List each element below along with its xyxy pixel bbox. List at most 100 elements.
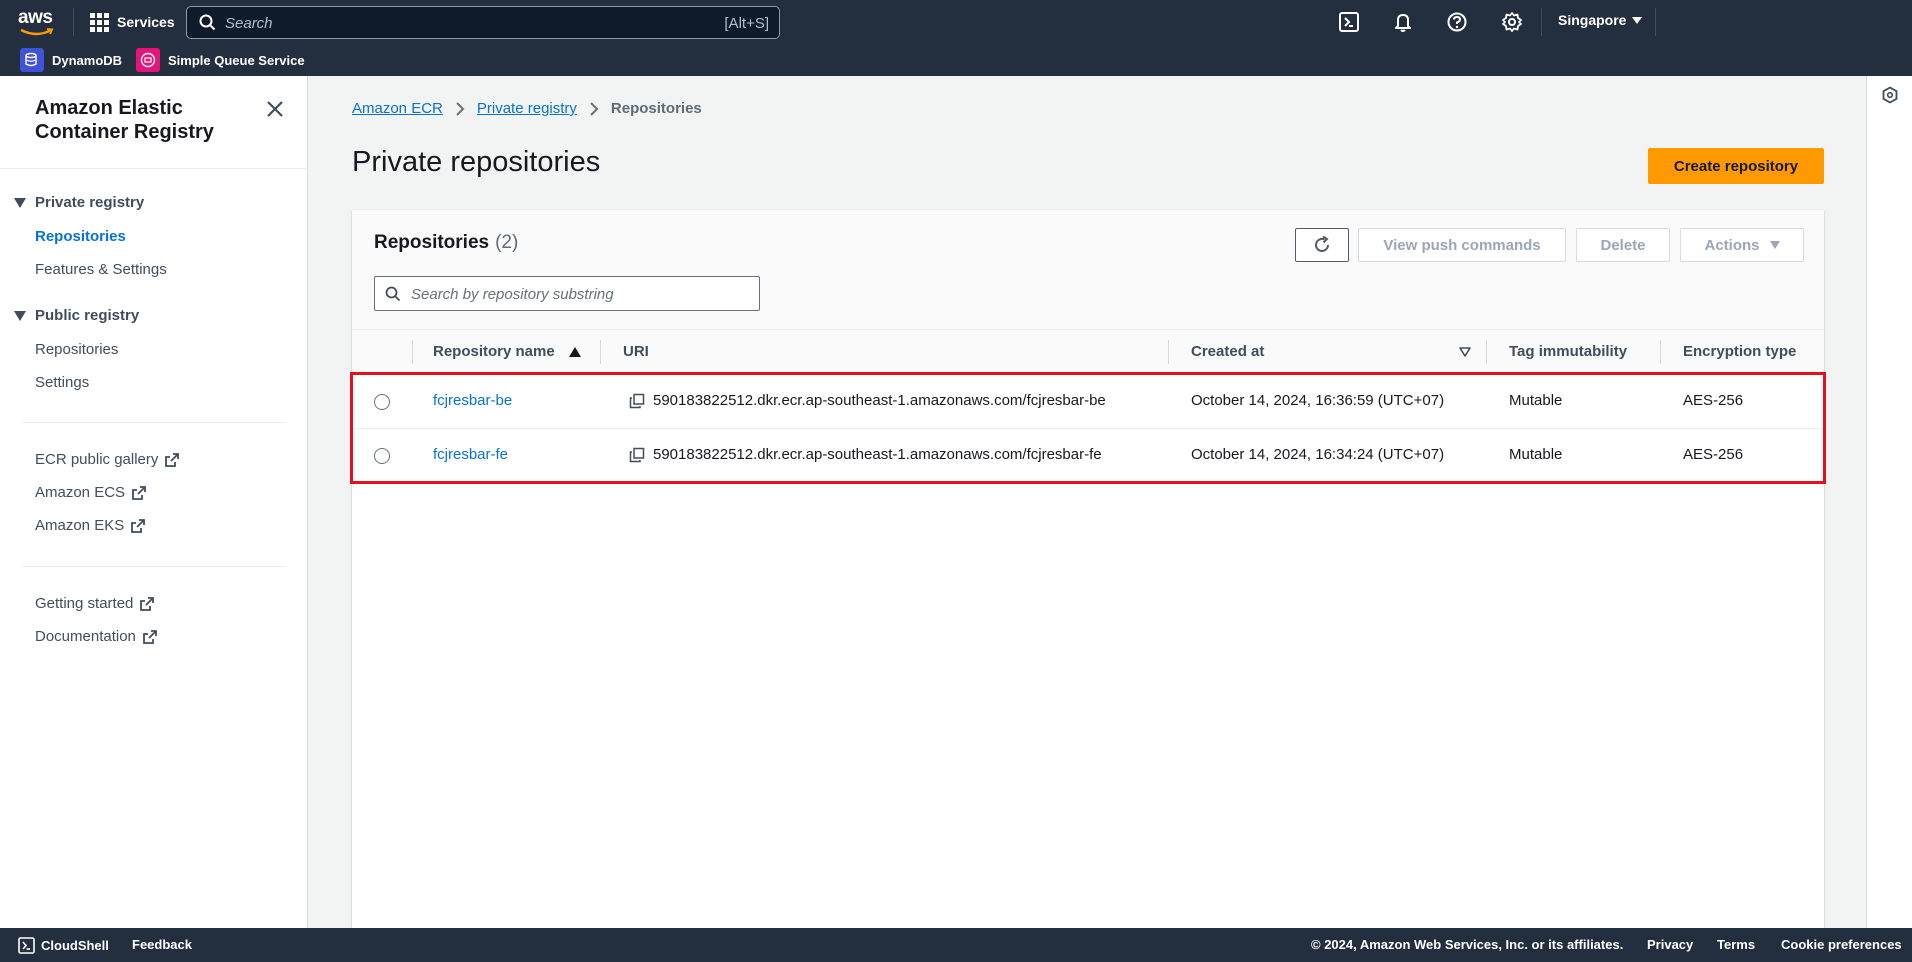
sidebar-link-getting-started[interactable]: Getting started [35,595,155,612]
link-label: Getting started [35,595,134,612]
uri-cell: 590183822512.dkr.ecr.ap-southeast-1.amaz… [629,392,1106,409]
favorite-label: Simple Queue Service [168,52,305,68]
encryption-type-cell: AES-256 [1683,446,1744,463]
region-selector[interactable]: Singapore [1558,12,1643,28]
hexagon-info-icon[interactable] [1881,86,1899,104]
repository-name-link[interactable]: fcjresbar-be [433,392,512,409]
external-link-icon [165,452,180,467]
view-push-commands-button[interactable]: View push commands [1358,228,1566,262]
help-icon[interactable] [1446,11,1468,33]
sidebar-item-private-repositories[interactable]: Repositories [35,228,126,245]
external-link-icon [131,518,146,533]
terms-link[interactable]: Terms [1717,937,1755,952]
breadcrumb-amazon-ecr[interactable]: Amazon ECR [352,100,443,117]
sidebar-divider [0,168,308,169]
uri-cell: 590183822512.dkr.ecr.ap-southeast-1.amaz… [629,446,1102,463]
services-menu-button[interactable]: Services [90,11,175,33]
caret-down-icon [1769,241,1780,249]
table-row[interactable]: fcjresbar-fe 590183822512.dkr.ecr.ap-sou… [352,429,1824,483]
link-label: Amazon EKS [35,517,125,534]
actions-dropdown-button[interactable]: Actions [1680,228,1804,262]
repository-uri: 590183822512.dkr.ecr.ap-southeast-1.amaz… [653,392,1106,409]
aws-smile-icon [20,28,54,36]
sidebar-item-public-repositories[interactable]: Repositories [35,341,118,358]
nav-divider [73,8,74,36]
delete-button[interactable]: Delete [1576,228,1670,262]
refresh-button[interactable] [1295,228,1349,262]
favorite-dynamodb[interactable]: DynamoDB [20,48,122,72]
favorite-sqs[interactable]: Simple Queue Service [136,48,305,72]
top-navigation: aws Services Search [Alt+S] Singapore Dy… [0,0,1912,76]
table-title: Repositories (2) [374,232,518,254]
feedback-link[interactable]: Feedback [132,937,192,952]
caret-down-icon [14,310,26,321]
external-link-icon [140,596,155,611]
repository-uri: 590183822512.dkr.ecr.ap-southeast-1.amaz… [653,446,1102,463]
sort-ascending-icon [568,346,581,357]
global-search-input[interactable]: Search [Alt+S] [186,6,780,39]
cloudshell-icon [18,937,35,954]
create-repository-button[interactable]: Create repository [1648,148,1824,184]
link-label: ECR public gallery [35,451,159,468]
sidebar-link-documentation[interactable]: Documentation [35,628,158,645]
search-placeholder: Search [225,15,273,32]
external-link-icon [143,629,157,644]
table-title-label: Repositories [374,232,490,253]
column-divider [412,340,413,364]
column-divider [1660,340,1661,364]
column-header-tag-immutability[interactable]: Tag immutability [1509,343,1627,360]
copy-icon[interactable] [629,393,645,409]
privacy-link[interactable]: Privacy [1647,937,1693,952]
sidebar-item-public-settings[interactable]: Settings [35,374,89,391]
sidebar-divider [22,422,286,423]
chevron-right-icon [456,101,465,116]
sidebar-section-private-registry[interactable]: Private registry [14,194,144,211]
tools-rail [1866,76,1912,928]
column-header-encryption-type[interactable]: Encryption type [1683,343,1796,360]
search-icon [385,286,401,302]
repository-count: (2) [495,232,519,253]
sidebar-link-amazon-ecs[interactable]: Amazon ECS [35,484,147,501]
created-at-cell: October 14, 2024, 16:34:24 (UTC+07) [1191,446,1445,463]
top-navigation-primary: aws Services Search [Alt+S] Singapore [0,0,1912,44]
created-at-cell: October 14, 2024, 16:36:59 (UTC+07) [1191,392,1445,409]
notifications-bell-icon[interactable] [1392,11,1414,33]
cloudshell-label: CloudShell [41,938,109,953]
repository-search-input[interactable]: Search by repository substring [374,276,760,311]
copyright-text: © 2024, Amazon Web Services, Inc. or its… [1311,937,1624,952]
column-divider [1486,340,1487,364]
actions-label: Actions [1704,236,1760,254]
tag-immutability-cell: Mutable [1509,446,1563,463]
close-icon[interactable] [265,99,285,119]
sidebar-item-features-settings[interactable]: Features & Settings [35,261,167,278]
sidebar-link-amazon-eks[interactable]: Amazon EKS [35,517,146,534]
cloudshell-icon[interactable] [1338,11,1360,33]
nav-divider [1541,8,1542,36]
settings-gear-icon[interactable] [1501,11,1523,33]
row-select-radio[interactable] [374,394,390,410]
cookie-preferences-link[interactable]: Cookie preferences [1781,937,1902,952]
column-header-repository-name[interactable]: Repository name [433,343,581,360]
repositories-table-container: Repositories (2) View push commands Delet… [350,210,1826,962]
column-header-created-at[interactable]: Created at [1191,343,1471,360]
search-icon [199,14,216,31]
repository-name-link[interactable]: fcjresbar-fe [433,446,508,463]
breadcrumb-private-registry[interactable]: Private registry [477,100,577,117]
column-header-uri[interactable]: URI [623,343,649,360]
external-link-icon [132,485,146,500]
table-column-headers: Repository name URI Created at Tag immut… [352,330,1824,374]
copy-icon[interactable] [629,447,645,463]
chevron-right-icon [590,101,599,116]
sidebar-title[interactable]: Amazon Elastic Container Registry [35,96,255,144]
cloudshell-button[interactable]: CloudShell [18,937,109,954]
aws-logo[interactable]: aws [18,8,58,36]
table-row[interactable]: fcjresbar-be 590183822512.dkr.ecr.ap-sou… [352,375,1824,429]
encryption-type-cell: AES-256 [1683,392,1744,409]
column-label: Repository name [433,343,555,360]
sidebar-link-ecr-public-gallery[interactable]: ECR public gallery [35,451,180,468]
row-select-radio[interactable] [374,448,390,464]
breadcrumb: Amazon ECR Private registry Repositories [352,100,702,117]
sidebar-section-public-registry[interactable]: Public registry [14,307,139,324]
column-divider [600,340,601,364]
caret-down-icon [14,197,26,208]
